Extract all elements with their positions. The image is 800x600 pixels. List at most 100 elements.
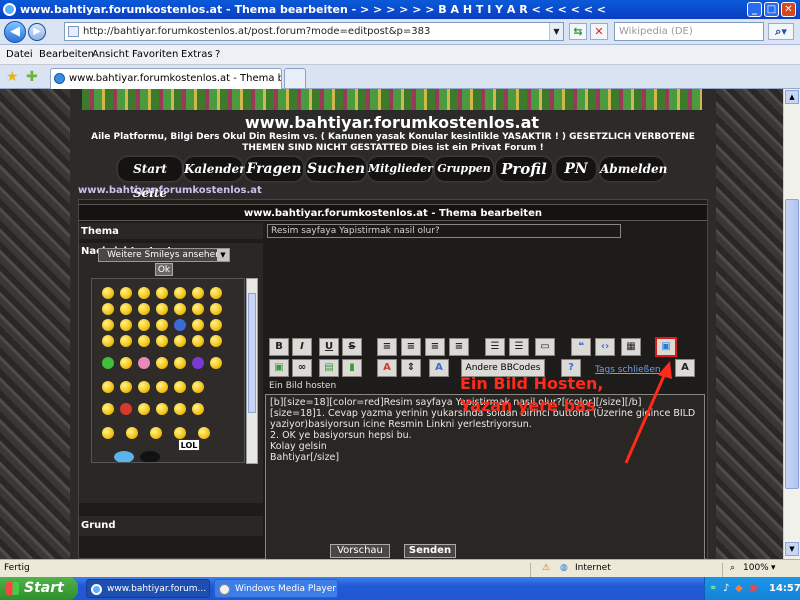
smiley-icon[interactable] (192, 357, 204, 369)
smiley-icon[interactable] (102, 427, 114, 439)
smiley-icon[interactable] (156, 287, 168, 299)
smiley-icon[interactable] (138, 381, 150, 393)
smiley-icon[interactable] (120, 319, 132, 331)
smiley-icon[interactable] (138, 319, 150, 331)
smiley-icon[interactable] (102, 303, 114, 315)
smiley-icon[interactable] (174, 381, 186, 393)
minimize-button[interactable]: _ (747, 2, 762, 17)
zoom-dropdown-icon[interactable]: ▾ (771, 563, 776, 573)
smiley-ok-button[interactable]: Ok (155, 263, 173, 276)
close-button[interactable]: ✕ (781, 2, 796, 17)
send-button[interactable]: Senden (404, 544, 456, 558)
hr-icon[interactable]: ▭ (535, 338, 555, 356)
smiley-icon[interactable] (192, 303, 204, 315)
smiley-icon[interactable] (174, 335, 186, 347)
video-icon[interactable]: ▮ (342, 359, 362, 377)
scroll-up-icon[interactable]: ▲ (785, 90, 799, 104)
smiley-icon[interactable] (120, 403, 132, 415)
menu-ansicht[interactable]: Ansicht (92, 49, 129, 60)
refresh-icon[interactable]: ⇆ (569, 23, 587, 40)
font-face-icon[interactable]: A (429, 359, 449, 377)
nav-profil[interactable]: Profil (496, 157, 552, 181)
favorites-star-icon[interactable]: ★ (6, 69, 19, 85)
scroll-down-icon[interactable]: ▼ (785, 542, 799, 556)
smiley-icon[interactable] (102, 287, 114, 299)
network-icon[interactable]: ⚭ (709, 577, 717, 600)
address-input[interactable]: http://bahtiyar.forumkostenlos.at/post.f… (64, 22, 564, 41)
smiley-icon[interactable] (174, 403, 186, 415)
smiley-icon[interactable] (120, 381, 132, 393)
align-justify-icon[interactable]: ≡ (449, 338, 469, 356)
font-size-icon[interactable]: ⇕ (401, 359, 421, 377)
smiley-icon[interactable] (120, 303, 132, 315)
smiley-scroll-thumb[interactable] (248, 293, 256, 413)
smiley-icon[interactable] (210, 287, 222, 299)
align-right-icon[interactable]: ≡ (425, 338, 445, 356)
align-center-icon[interactable]: ≡ (401, 338, 421, 356)
smiley-icon[interactable] (156, 357, 168, 369)
quote-icon[interactable]: ❝ (571, 338, 591, 356)
code-icon[interactable]: ‹› (595, 338, 615, 356)
smiley-icon[interactable] (192, 381, 204, 393)
menu-extras[interactable]: Extras (181, 49, 213, 60)
smiley-icon[interactable] (174, 303, 186, 315)
volume-icon[interactable]: ♪ (723, 577, 729, 600)
nav-pn[interactable]: PN (556, 157, 596, 181)
smiley-icon[interactable] (138, 335, 150, 347)
smiley-icon[interactable] (210, 319, 222, 331)
menu-datei[interactable]: Datei (6, 49, 33, 60)
thema-input[interactable]: Resim sayfaya Yapistirmak nasil olur? (267, 224, 621, 238)
smiley-icon[interactable] (174, 319, 186, 331)
nav-start-seite[interactable]: Start Seite (118, 157, 182, 200)
preview-button[interactable]: Vorschau (330, 544, 390, 558)
task-media-player[interactable]: Windows Media Player (214, 579, 338, 598)
italic-button[interactable]: I (292, 338, 312, 356)
underline-button[interactable]: U (319, 338, 339, 356)
smiley-icon[interactable] (156, 381, 168, 393)
smiley-icon[interactable] (120, 287, 132, 299)
smiley-icon[interactable] (156, 335, 168, 347)
nav-abmelden[interactable]: Abmelden (600, 157, 667, 181)
site-link[interactable]: www.bahtiyar.forumkostenlos.at (78, 185, 262, 196)
zoom-icon[interactable]: ⌕ (730, 563, 735, 573)
menu-bearbeiten[interactable]: Bearbeiten (39, 49, 94, 60)
smiley-icon[interactable] (210, 303, 222, 315)
smiley-icon[interactable] (156, 303, 168, 315)
align-left-icon[interactable]: ≡ (377, 338, 397, 356)
image-icon[interactable]: ▣ (269, 359, 289, 377)
task-browser[interactable]: www.bahtiyar.forum... (86, 579, 210, 598)
link-icon[interactable]: ∞ (292, 359, 312, 377)
host-image-icon[interactable]: ▣ (655, 337, 677, 357)
smiley-icon[interactable] (150, 427, 162, 439)
list-number-icon[interactable]: ☰ (509, 338, 529, 356)
table-icon[interactable]: ▦ (621, 338, 641, 356)
start-button[interactable]: Start (0, 577, 78, 600)
smiley-icon[interactable] (126, 427, 138, 439)
smiley-icon[interactable] (120, 335, 132, 347)
bold-button[interactable]: B (269, 338, 289, 356)
nav-kalender[interactable]: Kalender (184, 157, 245, 181)
chevron-down-icon[interactable]: ▼ (217, 249, 229, 261)
menu-help[interactable]: ? (215, 49, 220, 60)
smiley-icon[interactable] (192, 403, 204, 415)
nav-fragen[interactable]: Fragen (245, 157, 303, 181)
font-color-icon[interactable]: A (377, 359, 397, 377)
smiley-icon[interactable] (174, 357, 186, 369)
address-dropdown-icon[interactable]: ▼ (549, 23, 563, 40)
back-icon[interactable]: ◀ (4, 21, 26, 43)
smiley-icon[interactable] (102, 381, 114, 393)
smiley-icon[interactable] (156, 319, 168, 331)
smiley-icon[interactable] (138, 303, 150, 315)
search-icon[interactable]: ⌕▾ (768, 23, 794, 40)
smiley-icon[interactable] (192, 287, 204, 299)
smiley-icon[interactable] (140, 451, 160, 462)
forward-icon[interactable]: ▶ (28, 23, 46, 41)
stop-icon[interactable]: ✕ (590, 23, 608, 40)
nav-mitglieder[interactable]: Mitglieder (368, 157, 433, 181)
smiley-icon[interactable] (102, 403, 114, 415)
smiley-select[interactable]: Weitere Smileys ansehen ▼ (98, 248, 230, 262)
smiley-icon[interactable] (138, 287, 150, 299)
smiley-icon[interactable] (210, 335, 222, 347)
list-bullet-icon[interactable]: ☰ (485, 338, 505, 356)
smiley-icon[interactable] (192, 335, 204, 347)
